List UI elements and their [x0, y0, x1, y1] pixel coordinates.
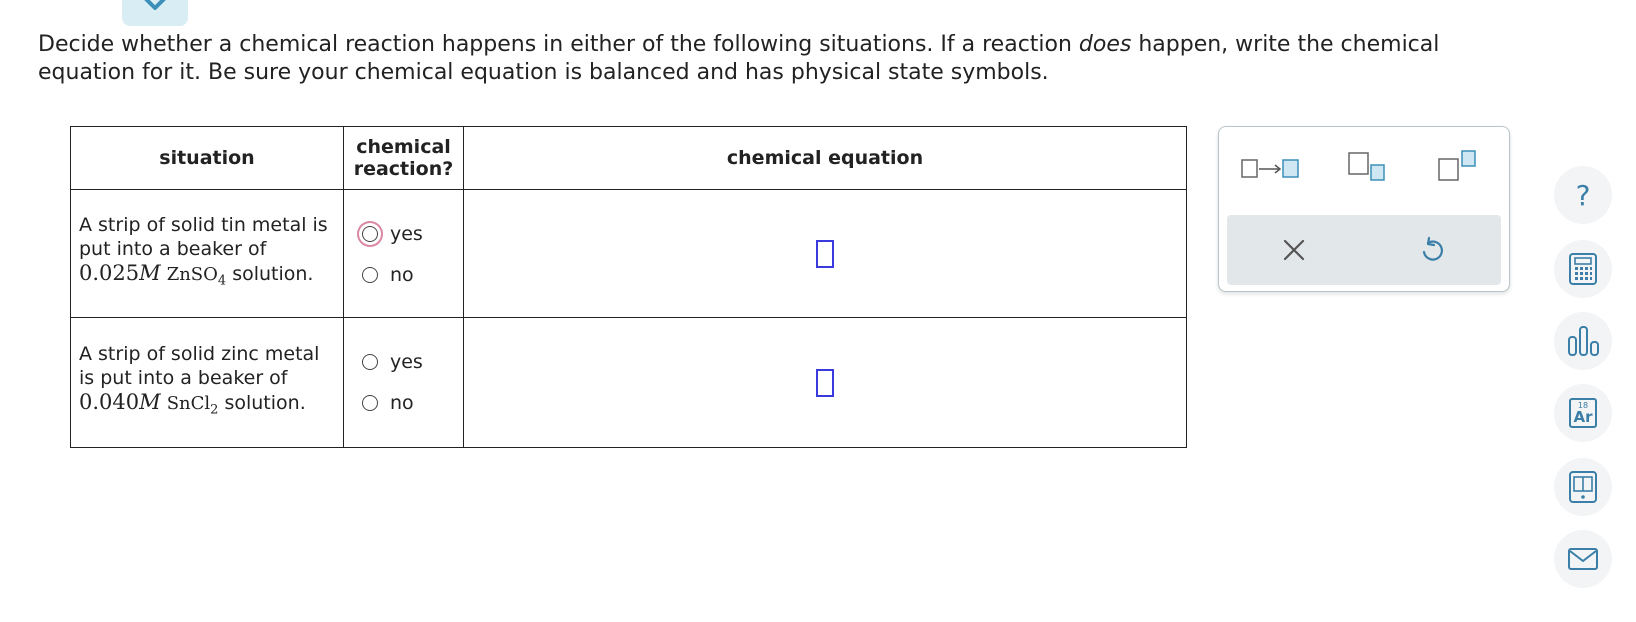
radio-button[interactable]: [362, 267, 378, 283]
subscript-button[interactable]: [1347, 151, 1391, 187]
instructions: Decide whether a chemical reaction happe…: [38, 32, 1440, 85]
situation-cell: A strip of solid tin metal is put into a…: [70, 189, 344, 318]
concentration: 0.025M: [79, 261, 161, 286]
undo-button[interactable]: [1419, 236, 1447, 268]
reaction-arrow-button[interactable]: [1241, 157, 1303, 185]
help-icon: ?: [1575, 178, 1591, 212]
radio-button[interactable]: [362, 354, 378, 370]
situation-cell: A strip of solid zinc metal is put into …: [70, 317, 344, 448]
data-button[interactable]: [1554, 312, 1612, 370]
equation-input[interactable]: [816, 368, 834, 397]
option-no[interactable]: no: [362, 392, 463, 414]
help-button[interactable]: ?: [1554, 166, 1612, 224]
question-table: situation chemical reaction? chemical equ…: [70, 126, 1187, 448]
reaction-header: chemical reaction?: [343, 126, 464, 190]
palette-actions: [1227, 215, 1501, 285]
option-yes[interactable]: yes: [362, 223, 463, 245]
subscript-icon: [1348, 152, 1385, 181]
concentration: 0.040M: [79, 390, 161, 415]
equation-palette: [1218, 126, 1510, 292]
mail-icon: [1568, 548, 1598, 570]
table-row: A strip of solid zinc metal is put into …: [70, 317, 1187, 448]
option-label: yes: [390, 351, 423, 373]
reaction-choice-cell: yes no: [343, 317, 464, 448]
option-label: yes: [390, 223, 423, 245]
textbook-button[interactable]: [1554, 458, 1612, 516]
periodic-table-icon: 18 Ar: [1569, 398, 1597, 428]
option-label: no: [390, 264, 414, 286]
chemical-formula: ZnSO4: [166, 264, 227, 289]
radio-button[interactable]: [362, 395, 378, 411]
periodic-table-button[interactable]: 18 Ar: [1554, 384, 1612, 442]
bar-chart-icon: [1568, 326, 1599, 356]
collapse-tab[interactable]: [122, 0, 188, 26]
header-row: situation chemical reaction? chemical equ…: [70, 126, 1187, 190]
equation-cell: [463, 317, 1187, 448]
calculator-button[interactable]: [1554, 240, 1612, 298]
equation-input[interactable]: [816, 239, 834, 268]
superscript-icon: [1438, 150, 1476, 181]
reaction-choice-cell: yes no: [343, 189, 464, 318]
situation-header: situation: [70, 126, 344, 190]
situation-text: A strip of solid zinc metal is put into …: [79, 343, 320, 390]
clear-button[interactable]: [1281, 237, 1307, 267]
option-yes[interactable]: yes: [362, 351, 463, 373]
reaction-arrow-icon: [1241, 159, 1299, 178]
table-row: A strip of solid tin metal is put into a…: [70, 189, 1187, 318]
message-button[interactable]: [1554, 530, 1612, 588]
radio-button[interactable]: [362, 226, 378, 242]
superscript-button[interactable]: [1437, 149, 1483, 187]
equation-cell: [463, 189, 1187, 318]
equation-header: chemical equation: [463, 126, 1187, 190]
option-label: no: [390, 392, 414, 414]
calculator-icon: [1569, 253, 1597, 285]
textbook-icon: [1569, 471, 1597, 503]
situation-text: A strip of solid tin metal is put into a…: [79, 214, 328, 261]
close-icon: [1283, 239, 1305, 261]
chevron-down-icon: [141, 0, 169, 18]
option-no[interactable]: no: [362, 264, 463, 286]
chemical-formula: SnCl2: [166, 393, 219, 418]
undo-icon: [1422, 236, 1443, 261]
